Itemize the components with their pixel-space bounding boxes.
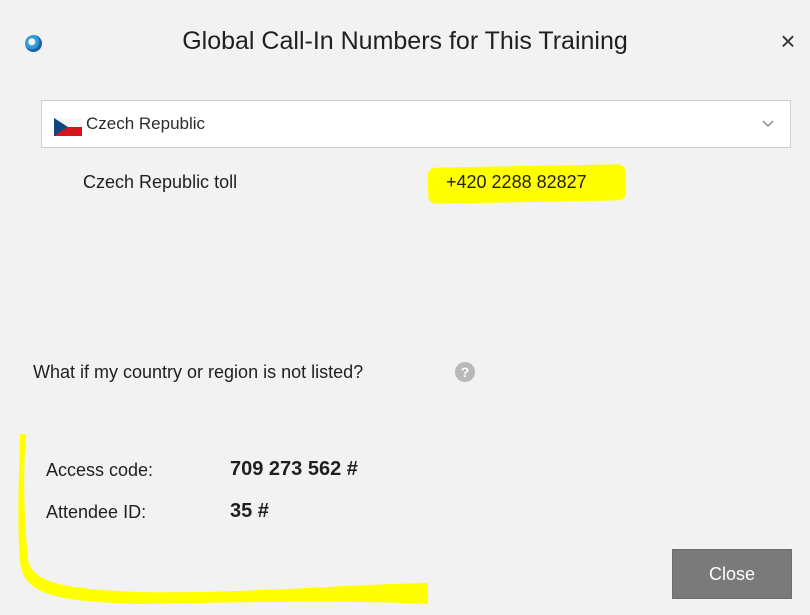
czech-flag-icon <box>54 118 82 136</box>
dialog-title: Global Call-In Numbers for This Training <box>182 27 628 55</box>
access-code-value: 709 273 562 # <box>230 458 358 480</box>
country-dropdown[interactable]: Czech Republic <box>41 100 791 148</box>
attendee-id-label: Attendee ID: <box>46 502 147 522</box>
close-icon[interactable]: × <box>776 28 800 54</box>
unlisted-country-question: What if my country or region is not list… <box>33 362 364 382</box>
chevron-down-icon <box>762 120 774 128</box>
question-icon[interactable]: ? <box>455 362 475 382</box>
attendee-id-value: 35 # <box>230 500 269 522</box>
dialog-titlebar: Global Call-In Numbers for This Training… <box>0 0 810 88</box>
toll-number: +420 2288 82827 <box>446 172 587 192</box>
selected-country: Czech Republic <box>86 114 206 133</box>
close-button[interactable]: Close <box>672 549 792 599</box>
global-call-in-dialog: Global Call-In Numbers for This Training… <box>0 0 810 615</box>
toll-label: Czech Republic toll <box>83 172 238 192</box>
access-code-label: Access code: <box>46 460 154 480</box>
